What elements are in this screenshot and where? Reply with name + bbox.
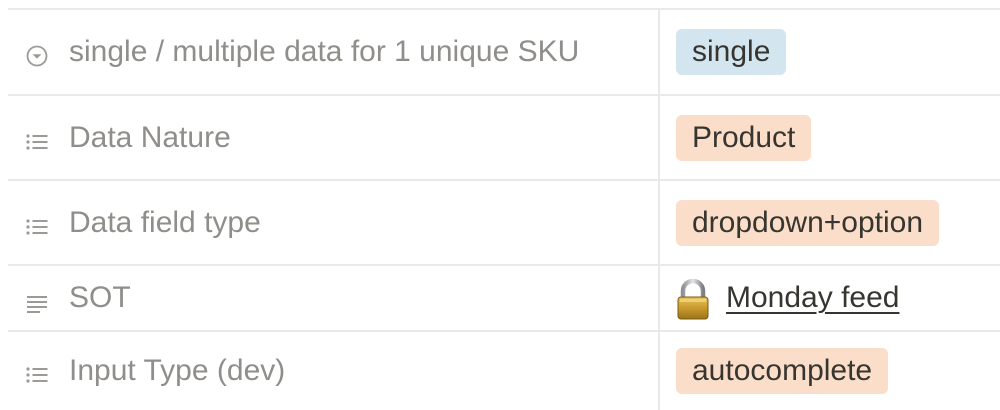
multi-select-tag[interactable]: autocomplete bbox=[676, 348, 889, 394]
property-row-sku-multiplicity: single / multiple data for 1 unique SKU … bbox=[8, 10, 1000, 96]
text-lines-icon bbox=[24, 289, 50, 315]
property-value-cell[interactable]: autocomplete bbox=[660, 332, 1000, 410]
property-name-cell[interactable]: single / multiple data for 1 unique SKU bbox=[8, 10, 660, 94]
property-label: Input Type (dev) bbox=[69, 354, 286, 387]
multi-select-tag[interactable]: Product bbox=[676, 114, 812, 161]
property-row-data-field-type: Data field type dropdown+option bbox=[8, 181, 1000, 266]
list-icon bbox=[24, 129, 50, 155]
property-name-cell[interactable]: Input Type (dev) bbox=[8, 332, 660, 410]
property-row-input-type: Input Type (dev) autocomplete bbox=[8, 332, 1000, 410]
property-label: Data field type bbox=[69, 205, 261, 239]
property-row-sot: SOT Monday feed bbox=[8, 266, 1000, 332]
property-value-cell[interactable]: Monday feed bbox=[660, 266, 1000, 330]
properties-table: single / multiple data for 1 unique SKU … bbox=[0, 0, 1000, 410]
property-value-cell[interactable]: Product bbox=[660, 96, 1000, 179]
list-icon bbox=[24, 362, 50, 388]
select-tag[interactable]: single bbox=[676, 29, 787, 75]
property-label: Data Nature bbox=[69, 120, 231, 154]
property-name-cell[interactable]: Data Nature bbox=[8, 96, 660, 179]
multi-select-tag[interactable]: dropdown+option bbox=[676, 199, 940, 246]
property-row-data-nature: Data Nature Product bbox=[8, 96, 1000, 181]
property-name-cell[interactable]: SOT bbox=[8, 266, 660, 330]
lock-icon bbox=[676, 278, 710, 321]
property-label: single / multiple data for 1 unique SKU bbox=[69, 35, 580, 68]
property-label: SOT bbox=[69, 281, 131, 314]
link-mention[interactable]: Monday feed bbox=[676, 275, 899, 321]
list-icon bbox=[24, 214, 50, 240]
property-value-cell[interactable]: single bbox=[660, 10, 1000, 94]
select-circle-icon bbox=[24, 43, 50, 69]
property-name-cell[interactable]: Data field type bbox=[8, 181, 660, 264]
link-text[interactable]: Monday feed bbox=[726, 281, 899, 315]
property-value-cell[interactable]: dropdown+option bbox=[660, 181, 1000, 264]
